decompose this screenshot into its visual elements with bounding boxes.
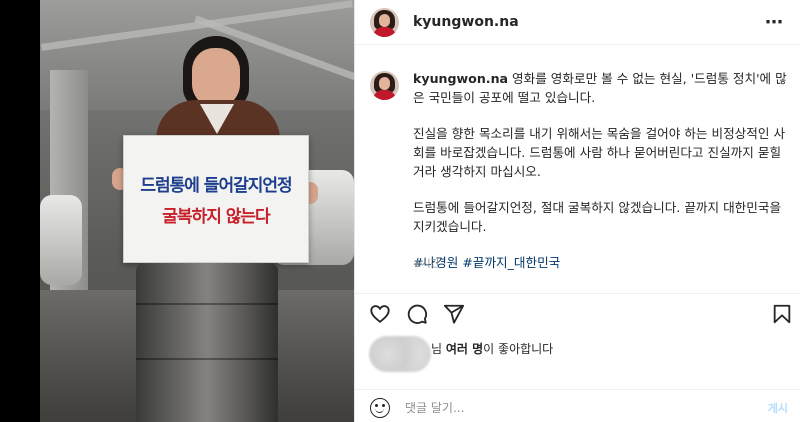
sign-line-1a: 드럼통 (140, 176, 185, 196)
caption-paragraph-3: 드럼통에 들어갈지언정, 절대 굴복하지 않겠습니다. 끝까지 대한민국을 지키… (413, 200, 782, 234)
post-header: kyungwon.na ⋯ (355, 0, 800, 45)
caption-paragraph-2: 진실을 향한 목소리를 내기 위해서는 목숨을 걸어야 하는 비정상적인 사회를… (413, 126, 786, 179)
protest-sign: 드럼통에 들어갈지언정 굴복하지 않는다 (123, 135, 309, 263)
sign-line-1: 드럼통에 들어갈지언정 (140, 171, 292, 196)
post-photo[interactable]: 드럼통에 들어갈지언정 굴복하지 않는다 (40, 0, 354, 422)
avatar[interactable] (370, 8, 399, 37)
caption-username[interactable]: kyungwon.na (413, 71, 508, 86)
blurred-avatars (369, 336, 431, 372)
concrete-post (136, 263, 278, 422)
caption-avatar[interactable] (370, 71, 399, 100)
likes-text[interactable]: 님 여러 명이 좋아합니다 (431, 340, 553, 357)
heart-icon[interactable] (369, 303, 391, 325)
instagram-post-view: 드럼통에 들어갈지언정 굴복하지 않는다 kyungwon.na ⋯ kyung… (0, 0, 800, 422)
sign-line-1b: 에 들어갈지언정 (184, 176, 292, 196)
post-side-panel: kyungwon.na ⋯ kyungwon.na 영화를 영화로만 볼 수 없… (354, 0, 800, 422)
sign-line-2: 굴복하지 않는다 (162, 207, 270, 227)
parked-car (40, 195, 82, 285)
comment-input[interactable]: 댓글 달기... (405, 399, 464, 416)
comment-icon[interactable] (406, 303, 428, 325)
share-icon[interactable] (443, 303, 465, 325)
emoji-icon[interactable] (370, 398, 390, 418)
person-face (192, 48, 240, 108)
post-time[interactable]: 6시간 (415, 255, 440, 270)
comment-bar: 댓글 달기... 게시 (355, 389, 800, 422)
post-caption: kyungwon.na 영화를 영화로만 볼 수 없는 현실, '드럼통 정치'… (413, 69, 789, 272)
more-icon[interactable]: ⋯ (765, 12, 784, 33)
post-band (136, 358, 278, 360)
likes-row: 님 여러 명이 좋아합니다 (369, 336, 669, 372)
post-band (136, 303, 278, 305)
caption-paragraph-1: kyungwon.na 영화를 영화로만 볼 수 없는 현실, '드럼통 정치'… (413, 71, 787, 105)
post-comment-button[interactable]: 게시 (768, 400, 788, 416)
header-username[interactable]: kyungwon.na (413, 14, 519, 30)
action-bar (355, 293, 800, 329)
bookmark-icon[interactable] (771, 303, 793, 325)
caption-hashtags[interactable]: #나경원 #끝까지_대한민국 (413, 253, 789, 272)
